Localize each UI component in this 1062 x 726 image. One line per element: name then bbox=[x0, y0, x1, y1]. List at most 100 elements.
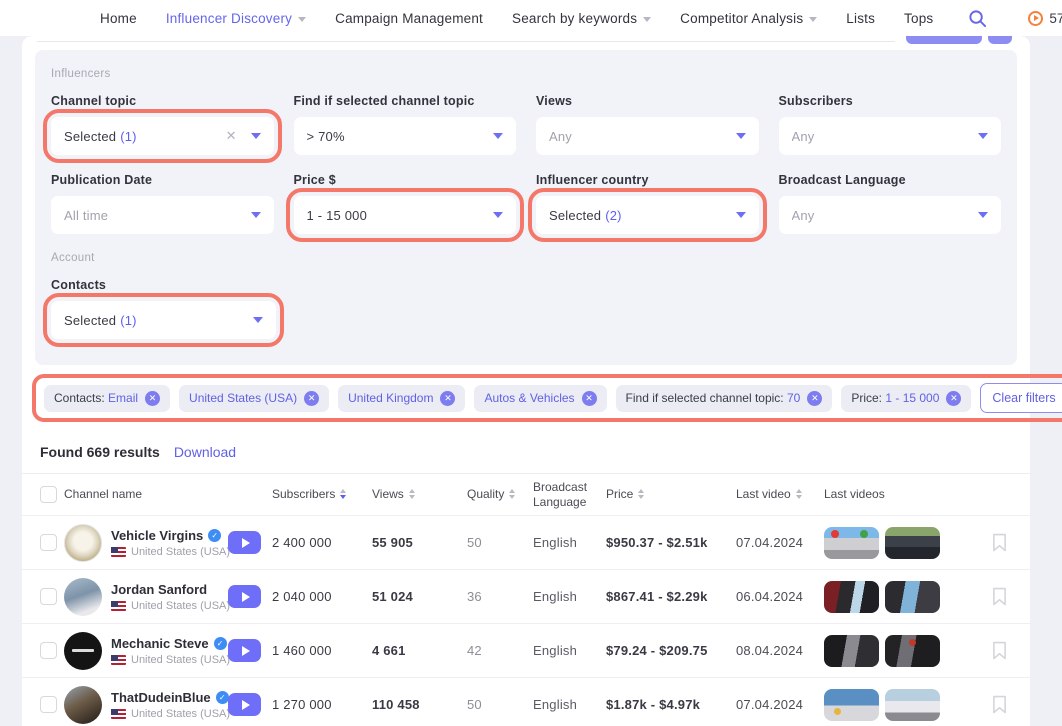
clipped-search-row bbox=[22, 36, 1030, 50]
channel-cell[interactable]: Mechanic Steve✓ United States (USA) bbox=[64, 632, 228, 670]
row-checkbox[interactable] bbox=[40, 534, 57, 551]
filters-panel: Influencers Channel topic Selected(1) ✕ … bbox=[35, 50, 1017, 365]
nav-influencer-discovery[interactable]: Influencer Discovery bbox=[166, 11, 306, 26]
chevron-down-icon bbox=[298, 17, 306, 22]
caret-down-icon bbox=[251, 212, 261, 218]
table-header: Channel name Subscribers Views Quality B… bbox=[22, 473, 1030, 515]
last-videos-thumbnails bbox=[824, 635, 992, 667]
caret-down-icon bbox=[253, 317, 263, 323]
chip-united-kingdom[interactable]: United Kingdom✕ bbox=[338, 385, 465, 412]
price-value: $1.87k - $4.97k bbox=[606, 697, 736, 712]
last-videos-thumbnails bbox=[824, 581, 992, 613]
avatar bbox=[64, 686, 102, 724]
youtube-link-button[interactable] bbox=[228, 585, 261, 608]
subscribers-select[interactable]: Any bbox=[779, 117, 1002, 155]
video-thumbnail[interactable] bbox=[824, 635, 879, 667]
verified-icon: ✓ bbox=[216, 691, 229, 704]
token-count: 570 bbox=[1049, 11, 1062, 26]
top-navbar: Home Influencer Discovery Campaign Manag… bbox=[0, 0, 1062, 36]
chip-united-states[interactable]: United States (USA)✕ bbox=[179, 385, 329, 412]
sort-icon bbox=[796, 489, 802, 499]
quality-value: 50 bbox=[467, 535, 533, 550]
chip-remove-icon[interactable]: ✕ bbox=[304, 391, 319, 406]
filter-contacts: Contacts Selected(1) bbox=[51, 278, 276, 339]
active-filters-bar: Contacts: Email✕ United States (USA)✕ Un… bbox=[22, 365, 1030, 430]
influencer-country-select[interactable]: Selected(2) bbox=[536, 196, 759, 234]
table-row: Mechanic Steve✓ United States (USA) 1 46… bbox=[22, 623, 1030, 677]
filter-views: Views Any bbox=[536, 94, 759, 155]
row-checkbox[interactable] bbox=[40, 588, 57, 605]
video-thumbnail[interactable] bbox=[885, 581, 940, 613]
col-quality[interactable]: Quality bbox=[467, 487, 533, 501]
bookmark-icon[interactable] bbox=[992, 695, 1007, 714]
publication-date-select[interactable]: All time bbox=[51, 196, 274, 234]
bookmark-icon[interactable] bbox=[992, 587, 1007, 606]
chip-topic-percent[interactable]: Find if selected channel topic: 70✕ bbox=[616, 385, 833, 412]
col-last-video[interactable]: Last video bbox=[736, 487, 824, 501]
search-icon[interactable] bbox=[968, 9, 987, 28]
youtube-link-button[interactable] bbox=[228, 531, 261, 554]
nav-lists[interactable]: Lists bbox=[846, 11, 875, 26]
col-subscribers[interactable]: Subscribers bbox=[272, 487, 372, 501]
channel-cell[interactable]: Vehicle Virgins✓ United States (USA) bbox=[64, 524, 228, 562]
last-video-date: 07.04.2024 bbox=[736, 697, 824, 712]
col-views[interactable]: Views bbox=[372, 487, 467, 501]
filter-publication-date: Publication Date All time bbox=[51, 173, 274, 234]
video-thumbnail[interactable] bbox=[885, 527, 940, 559]
filter-topic-percent: Find if selected channel topic > 70% bbox=[294, 94, 517, 155]
quality-value: 42 bbox=[467, 643, 533, 658]
clear-x-icon[interactable]: ✕ bbox=[226, 128, 237, 144]
row-checkbox[interactable] bbox=[40, 642, 57, 659]
chip-remove-icon[interactable]: ✕ bbox=[807, 391, 822, 406]
price-select[interactable]: 1 - 15 000 bbox=[294, 196, 517, 234]
chip-price[interactable]: Price: 1 - 15 000✕ bbox=[841, 385, 971, 412]
token-balance[interactable]: 570 tokens bbox=[1028, 11, 1062, 26]
nav-campaign-management[interactable]: Campaign Management bbox=[335, 11, 483, 26]
chip-contacts-email[interactable]: Contacts: Email✕ bbox=[44, 385, 170, 412]
views-value: 51 024 bbox=[372, 589, 467, 604]
youtube-link-button[interactable] bbox=[228, 639, 261, 662]
broadcast-language-select[interactable]: Any bbox=[779, 196, 1002, 234]
channel-cell[interactable]: ThatDudeinBlue✓ United States (USA) bbox=[64, 686, 228, 724]
row-checkbox[interactable] bbox=[40, 696, 57, 713]
channel-cell[interactable]: Jordan Sanford United States (USA) bbox=[64, 578, 228, 616]
avatar bbox=[64, 632, 102, 670]
video-thumbnail[interactable] bbox=[824, 581, 879, 613]
video-thumbnail[interactable] bbox=[824, 689, 879, 721]
chip-remove-icon[interactable]: ✕ bbox=[145, 391, 160, 406]
chip-remove-icon[interactable]: ✕ bbox=[582, 391, 597, 406]
chip-remove-icon[interactable]: ✕ bbox=[946, 391, 961, 406]
video-thumbnail[interactable] bbox=[824, 527, 879, 559]
nav-tops[interactable]: Tops bbox=[904, 11, 933, 26]
nav-search-by-keywords[interactable]: Search by keywords bbox=[512, 11, 651, 26]
filters-row-1: Channel topic Selected(1) ✕ Find if sele… bbox=[51, 94, 1001, 155]
contacts-select[interactable]: Selected(1) bbox=[51, 301, 276, 339]
col-price[interactable]: Price bbox=[606, 487, 736, 501]
clear-filters-button[interactable]: Clear filters bbox=[980, 383, 1062, 413]
nav-home[interactable]: Home bbox=[100, 11, 137, 26]
video-thumbnail[interactable] bbox=[885, 635, 940, 667]
clipped-icon-button[interactable] bbox=[988, 36, 1012, 44]
video-thumbnail[interactable] bbox=[885, 689, 940, 721]
col-broadcast-language: Broadcast Language bbox=[533, 480, 595, 509]
main-content-card: Influencers Channel topic Selected(1) ✕ … bbox=[22, 36, 1030, 726]
bookmark-icon[interactable] bbox=[992, 533, 1007, 552]
download-link[interactable]: Download bbox=[174, 444, 236, 460]
bookmark-icon[interactable] bbox=[992, 641, 1007, 660]
channel-topic-select[interactable]: Selected(1) ✕ bbox=[51, 117, 274, 155]
col-last-videos: Last videos bbox=[824, 487, 992, 501]
subscribers-value: 2 040 000 bbox=[272, 589, 372, 604]
views-select[interactable]: Any bbox=[536, 117, 759, 155]
chip-remove-icon[interactable]: ✕ bbox=[440, 391, 455, 406]
chip-autos-vehicles[interactable]: Autos & Vehicles✕ bbox=[474, 385, 606, 412]
verified-icon: ✓ bbox=[214, 637, 227, 650]
select-all-checkbox[interactable] bbox=[40, 486, 57, 503]
us-flag-icon bbox=[111, 655, 126, 665]
sort-icon bbox=[638, 489, 644, 499]
nav-competitor-analysis[interactable]: Competitor Analysis bbox=[680, 11, 817, 26]
filter-subscribers: Subscribers Any bbox=[779, 94, 1002, 155]
clipped-search-button[interactable] bbox=[906, 36, 982, 44]
topic-percent-select[interactable]: > 70% bbox=[294, 117, 517, 155]
youtube-link-button[interactable] bbox=[228, 693, 261, 716]
language-value: English bbox=[533, 697, 606, 712]
